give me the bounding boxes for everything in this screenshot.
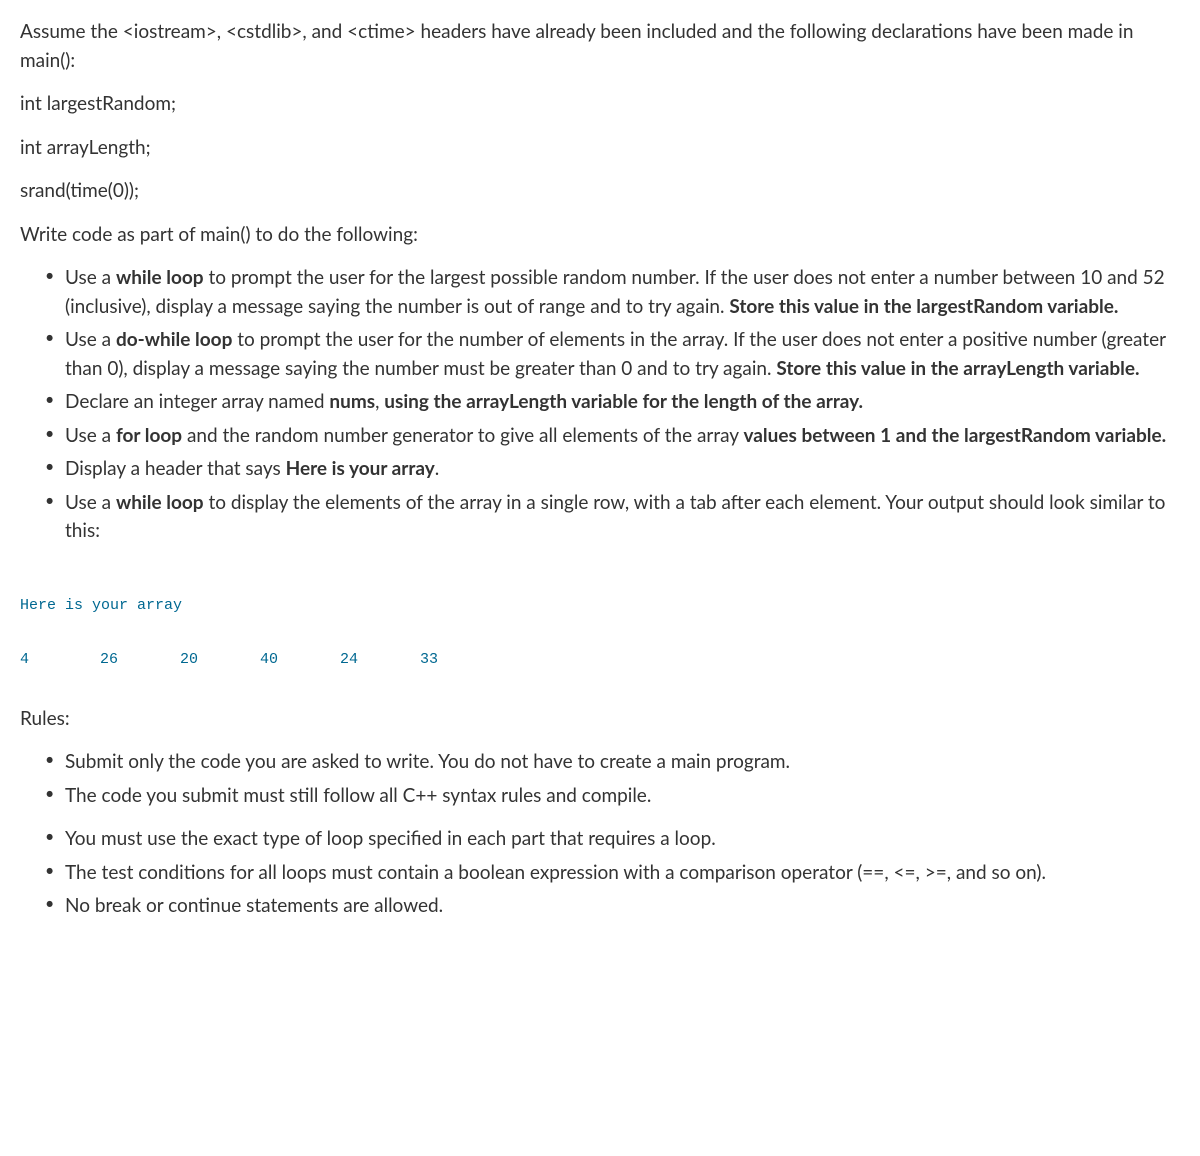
do-while-loop-bold: do-while loop <box>116 328 232 351</box>
nums-bold: nums <box>329 390 375 413</box>
output-header: Here is your array <box>20 597 1180 615</box>
task-item-1: Use a while loop to prompt the user for … <box>50 264 1180 321</box>
declaration-2: int arrayLength; <box>20 134 1180 163</box>
rules-list-1: Submit only the code you are asked to wr… <box>20 748 1180 810</box>
rule-item-3: You must use the exact type of loop spec… <box>50 825 1180 854</box>
while-loop-2-bold: while loop <box>116 491 204 514</box>
sample-output: Here is your array 42620402433 <box>20 561 1180 687</box>
task-item-5: Display a header that says Here is your … <box>50 455 1180 484</box>
store-largestrandom-bold: Store this value in the largestRandom va… <box>729 295 1118 318</box>
store-arraylength-bold: Store this value in the arrayLength vari… <box>776 357 1139 380</box>
intro-paragraph: Assume the <iostream>, <cstdlib>, and <c… <box>20 18 1180 75</box>
here-is-array-bold: Here is your array <box>286 457 435 480</box>
rule-item-4: The test conditions for all loops must c… <box>50 859 1180 888</box>
rules-header: Rules: <box>20 705 1180 734</box>
rule-item-1: Submit only the code you are asked to wr… <box>50 748 1180 777</box>
output-values: 42620402433 <box>20 651 1180 669</box>
task-item-6: Use a while loop to display the elements… <box>50 489 1180 546</box>
for-loop-bold: for loop <box>116 424 182 447</box>
rule-item-2: The code you submit must still follow al… <box>50 782 1180 811</box>
while-loop-bold: while loop <box>116 266 204 289</box>
task-item-2: Use a do-while loop to prompt the user f… <box>50 326 1180 383</box>
values-between-bold: values between 1 and the largestRandom v… <box>744 424 1167 447</box>
instruction-paragraph: Write code as part of main() to do the f… <box>20 221 1180 250</box>
task-item-3: Declare an integer array named nums, usi… <box>50 388 1180 417</box>
declaration-3: srand(time(0)); <box>20 177 1180 206</box>
declaration-1: int largestRandom; <box>20 90 1180 119</box>
rules-list-2: You must use the exact type of loop spec… <box>20 825 1180 921</box>
task-item-4: Use a for loop and the random number gen… <box>50 422 1180 451</box>
rule-item-5: No break or continue statements are allo… <box>50 892 1180 921</box>
using-arraylength-bold: using the arrayLength variable for the l… <box>384 390 863 413</box>
task-list: Use a while loop to prompt the user for … <box>20 264 1180 546</box>
